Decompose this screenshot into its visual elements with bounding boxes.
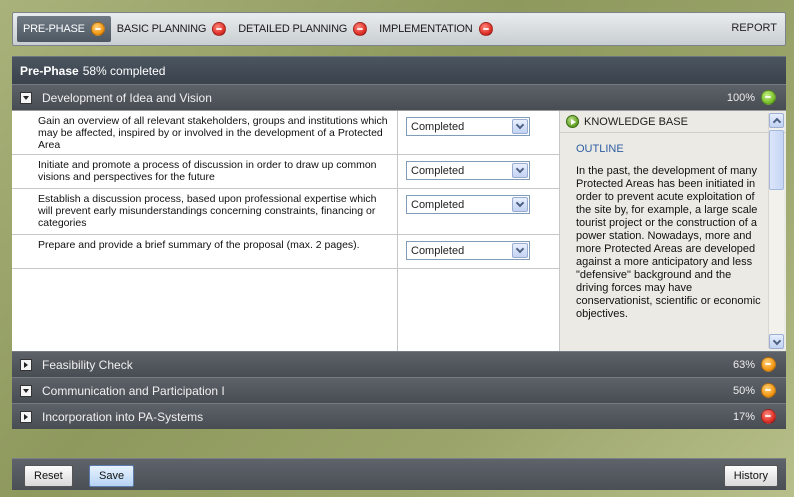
- status-column: Completed Completed Completed Completed: [398, 111, 560, 351]
- tab-label: PRE-PHASE: [23, 23, 85, 35]
- task-item: Initiate and promote a process of discus…: [12, 155, 397, 189]
- status-select[interactable]: Completed: [406, 117, 530, 136]
- status-orange-icon: [761, 357, 776, 372]
- phase-navigation: PRE-PHASE BASIC PLANNING DETAILED PLANNI…: [12, 12, 786, 46]
- scroll-thumb[interactable]: [769, 130, 784, 190]
- select-value: Completed: [411, 120, 465, 133]
- accordion-percent: 50%: [733, 383, 776, 398]
- section-title: Pre-Phase: [20, 63, 79, 78]
- status-orange-icon: [761, 383, 776, 398]
- expand-icon: [20, 358, 32, 371]
- task-item: Prepare and provide a brief summary of t…: [12, 235, 397, 269]
- tab-label: IMPLEMENTATION: [379, 23, 473, 35]
- history-button[interactable]: History: [723, 465, 778, 487]
- collapse-icon: [20, 384, 32, 397]
- chevron-down-icon[interactable]: [512, 119, 528, 134]
- status-select[interactable]: Completed: [406, 241, 530, 260]
- select-value: Completed: [411, 164, 465, 177]
- status-cell: Completed: [398, 155, 559, 189]
- chevron-down-icon[interactable]: [512, 163, 528, 178]
- accordion-label: Development of Idea and Vision: [42, 90, 212, 105]
- section-progress: 58% completed: [82, 63, 166, 78]
- scrollbar[interactable]: [768, 113, 784, 349]
- status-select[interactable]: Completed: [406, 161, 530, 180]
- knowledge-base-panel: KNOWLEDGE BASE OUTLINE In the past, the …: [560, 111, 786, 351]
- percent-text: 63%: [732, 358, 755, 371]
- footer-bar: Reset Save History: [12, 458, 786, 490]
- accordion-label: Incorporation into PA-Systems: [42, 409, 204, 424]
- section-header: Pre-Phase 58% completed: [12, 56, 786, 84]
- percent-text: 17%: [732, 410, 755, 423]
- select-value: Completed: [411, 198, 465, 211]
- accordion-percent: 17%: [733, 409, 776, 424]
- accordion-percent: 63%: [733, 357, 776, 372]
- status-red-icon: [212, 22, 227, 36]
- status-red-icon: [478, 22, 493, 36]
- reset-button[interactable]: Reset: [24, 465, 73, 487]
- status-orange-icon: [90, 22, 105, 36]
- knowledge-base-header[interactable]: KNOWLEDGE BASE: [560, 111, 786, 133]
- task-item: Establish a discussion process, based up…: [12, 189, 397, 235]
- tab-report[interactable]: REPORT: [731, 22, 777, 34]
- tab-basic-planning[interactable]: BASIC PLANNING: [111, 16, 233, 42]
- accordion-incorporation[interactable]: Incorporation into PA-Systems 17%: [12, 403, 786, 429]
- task-panel: Gain an overview of all relevant stakeho…: [12, 110, 786, 351]
- arrow-right-icon: [566, 115, 579, 128]
- status-red-icon: [353, 22, 368, 36]
- percent-text: 100%: [726, 91, 755, 104]
- scroll-up-icon[interactable]: [769, 113, 784, 128]
- status-cell: Completed: [398, 189, 559, 235]
- tab-detailed-planning[interactable]: DETAILED PLANNING: [232, 16, 373, 42]
- accordion-label: Feasibility Check: [42, 357, 133, 372]
- select-value: Completed: [411, 244, 465, 257]
- percent-text: 50%: [732, 384, 755, 397]
- scroll-down-icon[interactable]: [769, 334, 784, 349]
- collapse-icon: [20, 91, 32, 104]
- knowledge-base-text: In the past, the development of many Pro…: [576, 165, 761, 320]
- accordion-feasibility-check[interactable]: Feasibility Check 63%: [12, 351, 786, 377]
- expand-icon: [20, 410, 32, 423]
- status-green-icon: [761, 90, 776, 105]
- status-select[interactable]: Completed: [406, 195, 530, 214]
- accordion-label: Communication and Participation I: [42, 383, 225, 398]
- task-item: Gain an overview of all relevant stakeho…: [12, 111, 397, 155]
- chevron-down-icon[interactable]: [512, 243, 528, 258]
- tab-pre-phase[interactable]: PRE-PHASE: [17, 16, 111, 42]
- accordion-percent: 100%: [727, 90, 776, 105]
- status-red-icon: [761, 409, 776, 424]
- save-button[interactable]: Save: [89, 465, 135, 487]
- task-list: Gain an overview of all relevant stakeho…: [12, 111, 398, 351]
- status-cell: Completed: [398, 235, 559, 269]
- tab-implementation[interactable]: IMPLEMENTATION: [373, 16, 498, 42]
- app-frame: PRE-PHASE BASIC PLANNING DETAILED PLANNI…: [12, 12, 786, 490]
- tab-label: BASIC PLANNING: [116, 23, 207, 35]
- chevron-down-icon[interactable]: [512, 197, 528, 212]
- tab-label: DETAILED PLANNING: [238, 23, 348, 35]
- outline-heading: OUTLINE: [576, 143, 624, 155]
- accordion-communication[interactable]: Communication and Participation I 50%: [12, 377, 786, 403]
- status-cell: Completed: [398, 111, 559, 155]
- knowledge-base-title: KNOWLEDGE BASE: [584, 115, 688, 128]
- accordion-development-of-idea[interactable]: Development of Idea and Vision 100%: [12, 84, 786, 110]
